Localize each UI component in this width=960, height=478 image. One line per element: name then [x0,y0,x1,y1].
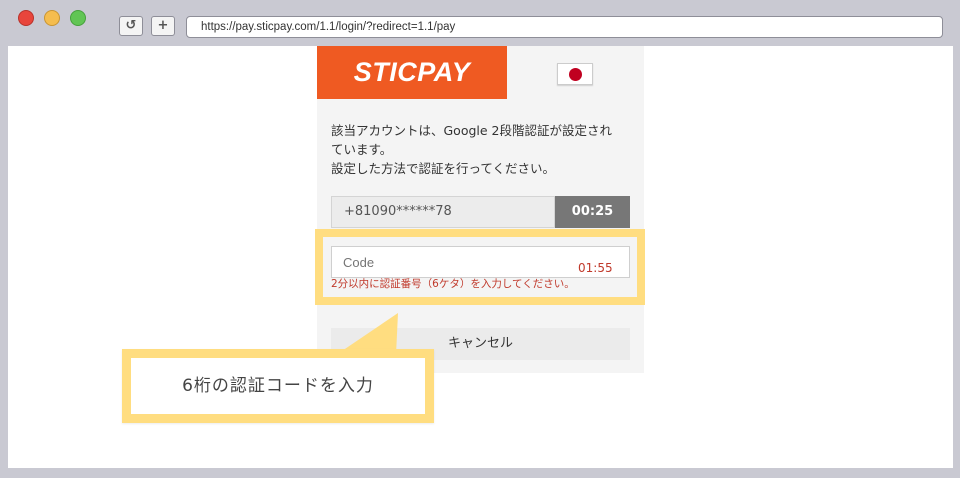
url-text: https://pay.sticpay.com/1.1/login/?redir… [201,21,456,33]
reload-button[interactable]: ↺ [119,16,143,36]
code-highlight-frame [315,229,645,305]
sms-countdown-timer: 00:25 [555,196,630,228]
maximize-window-icon[interactable] [70,10,86,26]
annotation-callout: 6桁の認証コードを入力 [122,349,434,423]
message-line: ています。 [331,142,393,157]
japan-flag-icon[interactable] [557,63,593,85]
reload-icon: ↺ [125,18,137,33]
sticpay-logo: STICPAY [317,46,507,99]
flag-red-circle [569,68,582,81]
close-window-icon[interactable] [18,10,34,26]
new-tab-button[interactable]: + [151,16,175,36]
minimize-window-icon[interactable] [44,10,60,26]
two-factor-message: 該当アカウントは、Google 2段階認証が設定され ています。 設定した方法で… [331,121,636,178]
plus-icon: + [157,18,169,33]
message-line: 設定した方法で認証を行ってください。 [331,161,556,176]
phone-number-field: +81090******78 [331,196,555,228]
address-bar[interactable]: https://pay.sticpay.com/1.1/login/?redir… [186,16,943,38]
browser-chrome: ↺ + https://pay.sticpay.com/1.1/login/?r… [0,0,960,46]
callout-text: 6桁の認証コードを入力 [131,358,425,414]
message-line: 該当アカウントは、Google 2段階認証が設定され [331,123,613,138]
